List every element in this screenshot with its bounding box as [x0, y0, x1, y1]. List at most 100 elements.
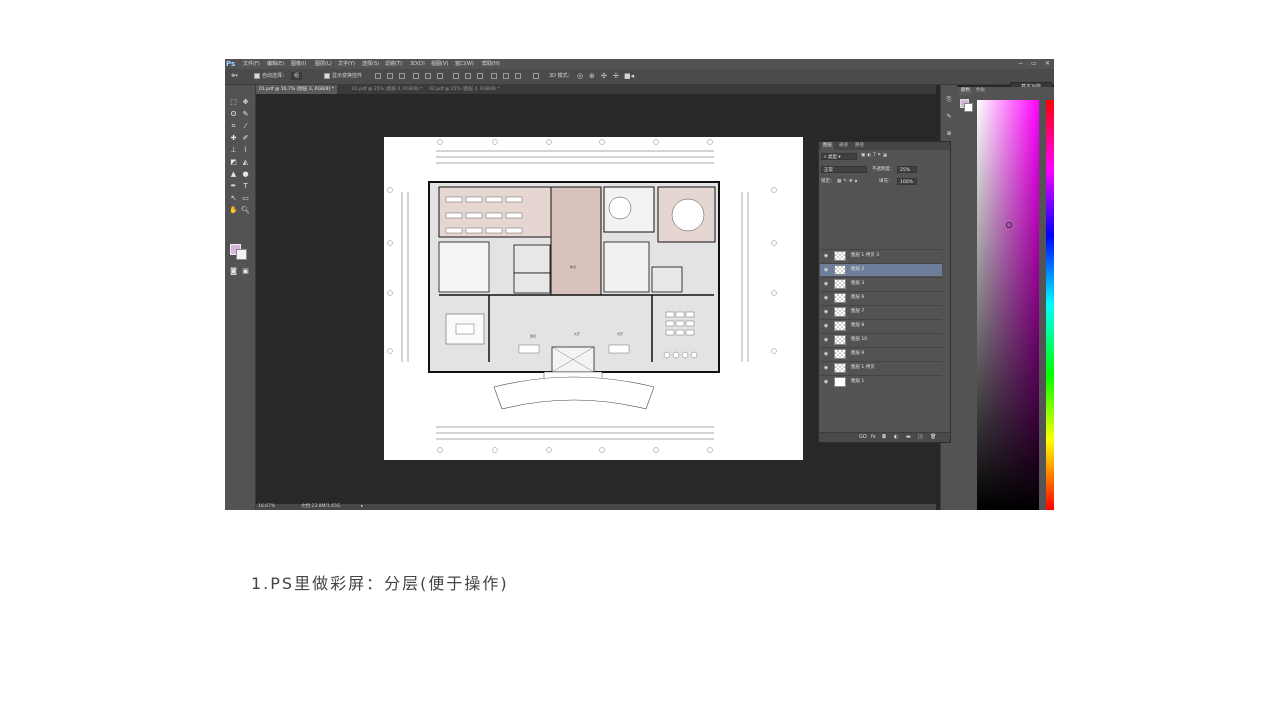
align-hcenter-icon[interactable] [425, 73, 431, 79]
layer-row[interactable]: ◉ 图层 9 [820, 347, 942, 360]
quick-select-icon[interactable]: ✎ [241, 110, 250, 118]
show-transform-checkbox[interactable] [324, 73, 330, 79]
menu-filter[interactable]: 滤镜(T) [385, 59, 402, 69]
adjustment-layer-icon[interactable]: ◐ [894, 434, 898, 441]
healing-brush-icon[interactable]: ✚ [229, 134, 238, 142]
menu-select[interactable]: 选择(S) [362, 59, 379, 69]
layer-row[interactable]: ◉ 图层 10 [820, 333, 942, 346]
eye-icon[interactable]: ◉ [823, 281, 829, 287]
eye-icon[interactable]: ◉ [823, 253, 829, 259]
history-panel-icon[interactable]: ⎘ [945, 96, 953, 104]
menu-layer[interactable]: 图层(L) [315, 59, 332, 69]
close-button[interactable]: ✕ [1045, 59, 1050, 68]
layer-row[interactable]: ◉ 图层 8 [820, 319, 942, 332]
layer-row[interactable]: ◉ 图层 7 [820, 305, 942, 318]
hand-tool-icon[interactable]: ✋ [229, 206, 238, 214]
layer-row-selected[interactable]: ◉ 图层 2 [820, 263, 942, 276]
align-vcenter-icon[interactable] [387, 73, 393, 79]
dodge-tool-icon[interactable]: ● [241, 170, 250, 178]
3d-scale-icon[interactable]: ■◂ [624, 69, 634, 84]
distribute-right-icon[interactable] [515, 73, 521, 79]
new-group-icon[interactable]: ▬ [906, 434, 911, 441]
minimize-button[interactable]: − [1018, 59, 1023, 68]
menu-edit[interactable]: 编辑(E) [267, 59, 284, 69]
layer-row[interactable]: ◉ 图层 3 [820, 277, 942, 290]
blend-mode-dropdown[interactable]: 正常 [821, 166, 867, 173]
auto-select-dropdown[interactable]: 组 [291, 72, 303, 80]
clone-stamp-icon[interactable]: ⊥ [229, 146, 238, 154]
auto-select-checkbox[interactable] [254, 73, 260, 79]
align-left-icon[interactable] [413, 73, 419, 79]
new-layer-icon[interactable]: ◳ [918, 434, 923, 441]
3d-slide-icon[interactable]: ✢ [613, 69, 619, 84]
rectangle-tool-icon[interactable]: ▭ [241, 194, 250, 202]
menu-help[interactable]: 帮助(H) [482, 59, 500, 69]
crop-tool-icon[interactable]: ⌗ [229, 122, 238, 130]
move-tool-icon[interactable]: ✥ [241, 98, 250, 106]
3d-roll-icon[interactable]: ⊛ [589, 69, 595, 84]
eye-icon[interactable]: ◉ [823, 267, 829, 273]
tab-02-pdf-25[interactable]: 02.pdf @ 25% (图层 4, RGB/8) * [426, 85, 503, 94]
eye-icon[interactable]: ◉ [823, 379, 829, 385]
eye-icon[interactable]: ◉ [823, 309, 829, 315]
distribute-left-icon[interactable] [491, 73, 497, 79]
type-tool-icon[interactable]: T [241, 182, 250, 190]
eraser-tool-icon[interactable]: ◩ [229, 158, 238, 166]
align-top-icon[interactable] [375, 73, 381, 79]
lock-icons[interactable]: ▦✎✥🔒︎ [837, 178, 859, 186]
color-picker-field[interactable] [977, 100, 1039, 510]
menu-window[interactable]: 窗口(W) [455, 59, 474, 69]
distribute-top-icon[interactable] [453, 73, 459, 79]
distribute-bottom-icon[interactable] [477, 73, 483, 79]
path-select-icon[interactable]: ↖ [229, 194, 238, 202]
layer-row[interactable]: ◉ 图层 1 [820, 375, 942, 388]
screen-mode-icon[interactable]: ▣ [241, 267, 250, 275]
move-tool-preset-icon[interactable]: ✥▾ [231, 69, 238, 84]
menu-view[interactable]: 视图(V) [431, 59, 448, 69]
maximize-button[interactable]: ▭ [1031, 59, 1037, 68]
layer-row[interactable]: ◉ 图层 1 拷贝 [820, 361, 942, 374]
eye-icon[interactable]: ◉ [823, 323, 829, 329]
3d-rotate-icon[interactable]: ◎ [577, 69, 583, 84]
document-canvas[interactable]: 会议 大厅 大厅 休息 [384, 137, 803, 460]
eye-icon[interactable]: ◉ [823, 351, 829, 357]
eyedropper-icon[interactable]: ⁄ [241, 122, 250, 130]
tab-channels[interactable]: 通道 [837, 142, 850, 150]
adjustments-panel-icon[interactable]: ⊕ [945, 130, 953, 138]
layer-filter-dropdown[interactable]: ⌕ 类型 ▾ [821, 153, 857, 160]
lasso-tool-icon[interactable]: ʘ [229, 110, 238, 118]
tab-layers[interactable]: 图层 [821, 142, 834, 150]
distribute-vcenter-icon[interactable] [465, 73, 471, 79]
layer-row[interactable]: ◉ 图层 6 [820, 291, 942, 304]
color-bg-swatch[interactable] [964, 103, 973, 112]
status-arrow-icon[interactable]: ▸ [361, 504, 363, 510]
background-color-swatch[interactable] [236, 249, 247, 260]
eye-icon[interactable]: ◉ [823, 365, 829, 371]
layer-row[interactable]: ◉ 图层 1 拷贝 3 [820, 249, 942, 262]
tab-swatches[interactable]: 色板 [974, 87, 987, 95]
align-bottom-icon[interactable] [399, 73, 405, 79]
marquee-tool-icon[interactable]: ⬚ [229, 98, 238, 106]
brush-tool-icon[interactable]: ✐ [241, 134, 250, 142]
distribute-hcenter-icon[interactable] [503, 73, 509, 79]
fill-input[interactable]: 100% [897, 178, 917, 185]
tab-color[interactable]: 颜色 [959, 87, 972, 95]
zoom-level[interactable]: 16.67% [258, 504, 275, 510]
properties-panel-icon[interactable]: ✎ [945, 113, 953, 121]
menu-file[interactable]: 文件(F) [243, 59, 260, 69]
auto-align-icon[interactable] [533, 73, 539, 79]
zoom-tool-icon[interactable]: 🔍︎ [241, 206, 250, 214]
tab-01-pdf-16[interactable]: 01.pdf @ 16.7% (图层 3, RGB/8) * [256, 85, 337, 94]
paint-bucket-icon[interactable]: ◭ [241, 158, 250, 166]
pen-tool-icon[interactable]: ✒ [229, 182, 238, 190]
add-mask-icon[interactable]: ◘ [882, 434, 886, 441]
3d-drag-icon[interactable]: ✣ [601, 69, 607, 84]
eye-icon[interactable]: ◉ [823, 295, 829, 301]
blur-tool-icon[interactable]: ▲ [229, 170, 238, 178]
link-layers-icon[interactable]: GO [859, 434, 867, 441]
history-brush-icon[interactable]: ⌇ [241, 146, 250, 154]
menu-3d[interactable]: 3D(D) [410, 59, 425, 69]
opacity-input[interactable]: 25% [897, 166, 917, 173]
fx-icon[interactable]: fx [871, 434, 876, 441]
quick-mask-icon[interactable]: ◙ [229, 267, 238, 275]
